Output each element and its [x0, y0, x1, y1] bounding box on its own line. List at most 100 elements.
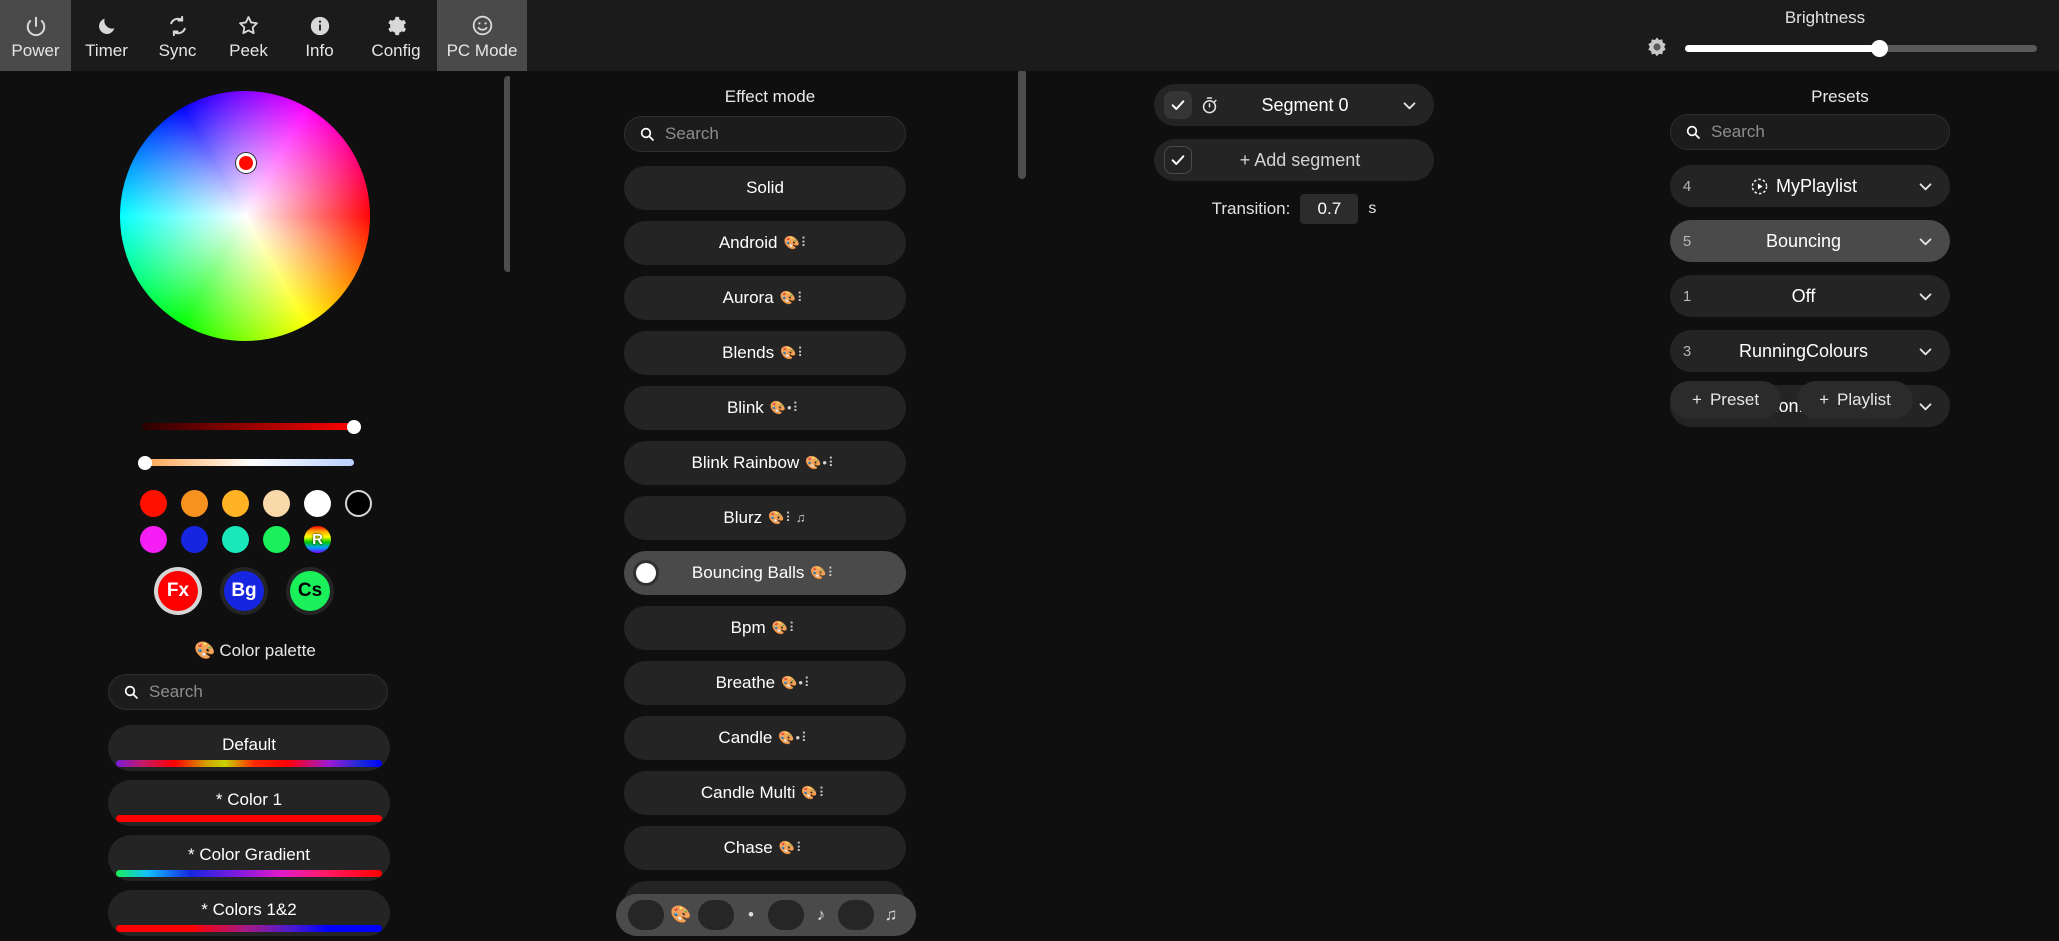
swatch-turquoise[interactable]	[222, 526, 249, 553]
effect-list-item[interactable]: Aurora 🎨⠇	[624, 276, 906, 320]
color-value-slider-thumb[interactable]	[347, 420, 361, 434]
add-playlist-button[interactable]: + Playlist	[1797, 381, 1913, 419]
effect-list-item[interactable]: Android 🎨⠇	[624, 221, 906, 265]
tab-timer[interactable]: Timer	[71, 0, 142, 71]
tab-config-label: Config	[371, 40, 421, 60]
chevron-down-icon[interactable]	[1917, 233, 1934, 250]
tab-pc-mode[interactable]: PC Mode	[437, 0, 527, 71]
effects-list[interactable]: Solid Android 🎨⠇ Aurora 🎨⠇ Blends 🎨⠇ Blink 🎨•⠇ Bl…	[624, 166, 906, 941]
chevron-down-icon[interactable]	[1917, 288, 1934, 305]
palette-search-box[interactable]	[108, 674, 388, 710]
palette-item[interactable]: * Color Gradient	[108, 835, 390, 881]
bg-slot-button[interactable]: Bg	[224, 571, 264, 611]
chevron-down-icon[interactable]	[1917, 178, 1934, 195]
effects-panel-title: Effect mode	[724, 87, 816, 106]
presets-search-input[interactable]	[1711, 122, 1935, 142]
effect-name: Blurz	[723, 508, 763, 527]
effect-list-item[interactable]: Bouncing Balls 🎨⠇	[624, 551, 906, 595]
chevron-down-icon[interactable]	[1917, 398, 1934, 415]
swatch-orange[interactable]	[181, 490, 208, 517]
color-wheel-marker[interactable]	[236, 153, 256, 173]
add-segment-button[interactable]: + Add segment	[1154, 139, 1434, 181]
tab-sync[interactable]: Sync	[142, 0, 213, 71]
effect-capability-icons: 🎨•⠇	[778, 730, 812, 745]
quick-color-swatches-row-2: R	[140, 526, 331, 553]
swatch-green[interactable]	[263, 526, 290, 553]
search-icon	[640, 127, 654, 141]
effect-list-item[interactable]: Blink Rainbow 🎨•⠇	[624, 441, 906, 485]
tab-peek[interactable]: Peek	[213, 0, 284, 71]
swatch-blue[interactable]	[181, 526, 208, 553]
swatch-amber[interactable]	[222, 490, 249, 517]
brightness-slider[interactable]	[1685, 39, 2037, 57]
filter-note-toggle[interactable]	[768, 900, 804, 930]
filter-notes-toggle[interactable]	[838, 900, 874, 930]
effect-list-item[interactable]: Blink 🎨•⠇	[624, 386, 906, 430]
swatch-peach[interactable]	[263, 490, 290, 517]
brightness-slider-thumb[interactable]	[1870, 39, 1888, 57]
swatch-black[interactable]	[345, 490, 372, 517]
effect-list-item[interactable]: Solid	[624, 166, 906, 210]
preset-name: Off	[1791, 285, 1816, 306]
effect-list-item[interactable]: Blends 🎨⠇	[624, 331, 906, 375]
filter-palette-toggle[interactable]	[628, 900, 664, 930]
swatch-rainbow[interactable]: R	[304, 526, 331, 553]
color-slot-buttons: Fx Bg Cs	[158, 571, 330, 611]
color-temperature-slider-thumb[interactable]	[138, 456, 152, 470]
transition-input[interactable]	[1300, 194, 1359, 224]
palette-search-input[interactable]	[149, 682, 373, 702]
effect-name: Candle	[718, 728, 773, 747]
chevron-down-icon[interactable]	[1401, 97, 1418, 114]
brightness-icon[interactable]	[1645, 36, 1669, 60]
presets-search-box[interactable]	[1670, 114, 1950, 150]
top-navigation-bar: Power Timer Sync Peek Info Config PC Mod…	[0, 0, 2059, 71]
tab-info[interactable]: Info	[284, 0, 355, 71]
fx-slot-button[interactable]: Fx	[158, 571, 198, 611]
swatch-magenta[interactable]	[140, 526, 167, 553]
cs-slot-button[interactable]: Cs	[290, 571, 330, 611]
preset-row[interactable]: 5 Bouncing	[1670, 220, 1950, 262]
preset-name-wrap: Bouncing	[1690, 231, 1917, 252]
effect-capability-icons: 🎨⠇	[771, 620, 800, 635]
color-palette-list[interactable]: Default * Color 1 * Color Gradient * Colors…	[108, 725, 390, 941]
preset-name: MyPlaylist	[1775, 175, 1857, 196]
palette-item[interactable]: Default	[108, 725, 390, 771]
color-wheel[interactable]	[120, 91, 370, 341]
color-value-slider[interactable]	[142, 423, 354, 430]
segment-row-0[interactable]: Segment 0	[1154, 84, 1434, 126]
bg-slot-label: Bg	[231, 580, 257, 601]
swatch-white[interactable]	[304, 490, 331, 517]
add-segment-label: + Add segment	[1182, 150, 1418, 171]
effects-panel-scrollbar[interactable]	[1018, 71, 1026, 179]
add-preset-button[interactable]: + Preset	[1670, 381, 1782, 419]
effect-list-item[interactable]: Chase 🎨⠇	[624, 826, 906, 870]
color-palette-title-text: Color palette	[219, 641, 316, 660]
effect-list-item[interactable]: Bpm 🎨⠇	[624, 606, 906, 650]
preset-row[interactable]: 4 MyPlaylist	[1670, 165, 1950, 207]
check-icon	[1171, 100, 1185, 110]
color-temperature-slider[interactable]	[142, 459, 354, 466]
effects-filter-bar[interactable]: 🎨 • ♪ ♫	[616, 894, 916, 936]
preset-row[interactable]: 1 Off	[1670, 275, 1950, 317]
effect-list-item[interactable]: Candle 🎨•⠇	[624, 716, 906, 760]
effects-search-box[interactable]	[624, 116, 906, 152]
palette-item[interactable]: * Colors 1&2	[108, 890, 390, 936]
effect-name: Candle Multi	[700, 783, 796, 802]
palette-item-gradient	[116, 760, 382, 767]
effects-search-input[interactable]	[665, 124, 891, 144]
tab-sync-label: Sync	[158, 40, 197, 60]
effect-list-item[interactable]: Breathe 🎨•⠇	[624, 661, 906, 705]
effect-list-item[interactable]: Candle Multi 🎨⠇	[624, 771, 906, 815]
swatch-red[interactable]	[140, 490, 167, 517]
cs-slot-label: Cs	[297, 580, 323, 601]
brightness-control: Brightness	[1637, 4, 2037, 66]
tab-config[interactable]: Config	[355, 0, 437, 71]
filter-dot-toggle[interactable]	[698, 900, 734, 930]
effect-list-item[interactable]: Blurz 🎨⠇♫	[624, 496, 906, 540]
tab-power[interactable]: Power	[0, 0, 71, 71]
effect-capability-icons: 🎨•⠇	[805, 455, 839, 470]
chevron-down-icon[interactable]	[1917, 343, 1934, 360]
preset-row[interactable]: 3 RunningColours	[1670, 330, 1950, 372]
palette-item[interactable]: * Color 1	[108, 780, 390, 826]
segment-0-checkbox[interactable]	[1164, 91, 1192, 119]
